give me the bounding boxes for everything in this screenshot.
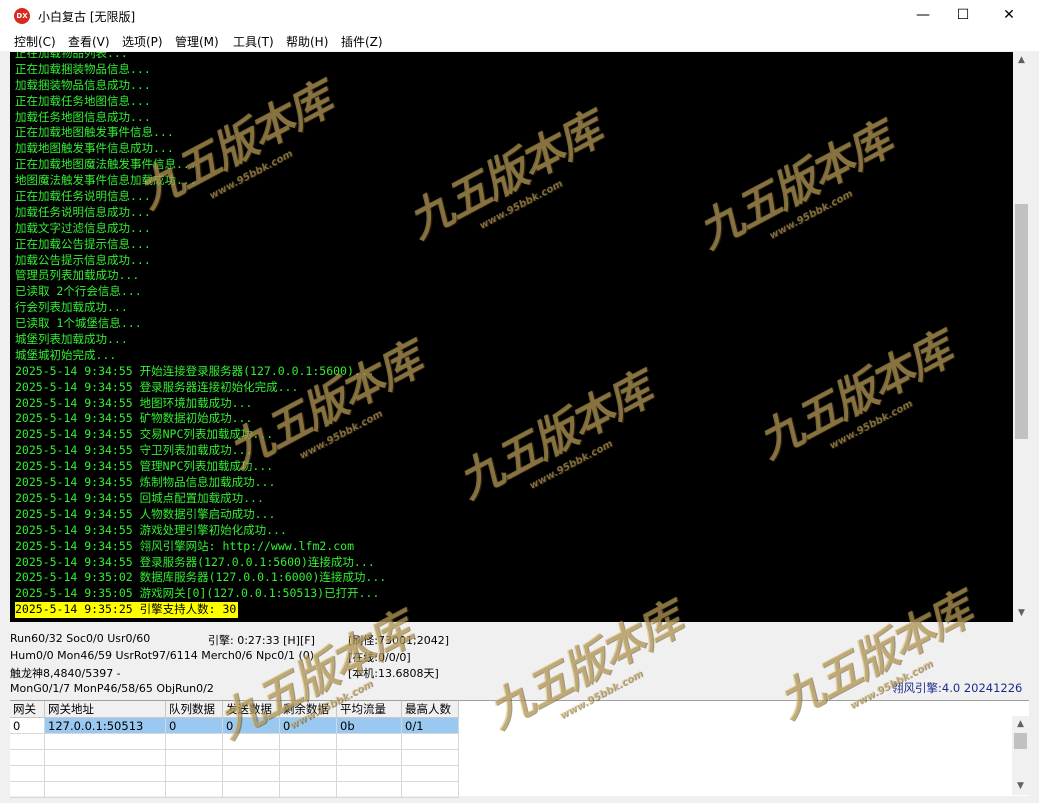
scroll-thumb[interactable] <box>1015 204 1028 439</box>
log-line: 2025-5-14 9:34:55 地图环境加载成功... <box>15 395 253 410</box>
log-line: 加载任务说明信息成功... <box>15 204 151 219</box>
log-line: 2025-5-14 9:34:55 登录服务器(127.0.0.1:5600)连… <box>15 554 375 569</box>
app-icon: DX <box>14 8 30 24</box>
cell-address: 127.0.0.1:50513 <box>44 717 166 734</box>
log-line: 已读取 2个行会信息... <box>15 284 142 299</box>
log-line: 正在加载物品列表... <box>15 52 128 60</box>
status-local: [本机:13.6808天] <box>348 667 439 680</box>
log-line: 行会列表加载成功... <box>15 300 128 315</box>
close-button[interactable]: ✕ <box>986 0 1032 31</box>
log-line: 2025-5-14 9:35:02 数据库服务器(127.0.0.1:6000)… <box>15 570 387 585</box>
cell-remaining: 0 <box>279 717 337 734</box>
window-title: 小白复古 [无限版] <box>38 10 136 24</box>
status-online: [在线:0/0/0] <box>348 651 411 664</box>
log-line: 2025-5-14 9:34:55 回城点配置加载成功... <box>15 490 264 505</box>
status-panel: Run60/32 Soc0/0 Usr0/60 引擎: 0:27:33 [H][… <box>0 628 1030 698</box>
log-line: 加载任务地图信息成功... <box>15 109 151 124</box>
console-scrollbar[interactable]: ▲ ▼ <box>1013 52 1030 622</box>
log-line: 2025-5-14 9:35:25 引擎支持人数: 30 <box>15 602 239 619</box>
menu-plugins[interactable]: 插件(Z) <box>341 33 383 50</box>
log-line: 正在加载地图触发事件信息... <box>15 125 174 140</box>
col-address[interactable]: 网关地址 <box>44 701 166 718</box>
log-line: 正在加载任务地图信息... <box>15 93 151 108</box>
menu-manage[interactable]: 管理(M) <box>175 33 219 50</box>
table-row-empty <box>10 781 459 798</box>
log-line: 正在加载公告提示信息... <box>15 236 151 251</box>
table-scrollbar[interactable]: ▲ ▼ <box>1012 716 1029 795</box>
table-row-empty <box>10 765 459 782</box>
log-line: 2025-5-14 9:34:55 管理NPC列表加载成功... <box>15 459 274 474</box>
log-line: 2025-5-14 9:34:55 守卫列表加载成功... <box>15 443 253 458</box>
status-mon: MonG0/1/7 MonP46/58/65 ObjRun0/2 <box>10 682 214 695</box>
log-line: 城堡列表加载成功... <box>15 332 128 347</box>
log-line: 加载地图触发事件信息成功... <box>15 141 174 156</box>
scroll-thumb[interactable] <box>1014 733 1027 749</box>
log-line: 已读取 1个城堡信息... <box>15 316 142 331</box>
log-line: 正在加载地图魔法触发事件信息... <box>15 157 197 172</box>
log-line: 正在加载捆装物品信息... <box>15 61 151 76</box>
maximize-button[interactable]: ☐ <box>940 0 986 31</box>
log-line: 城堡城初始完成... <box>15 347 117 362</box>
log-line: 2025-5-14 9:34:55 炼制物品信息加载成功... <box>15 475 276 490</box>
log-line: 2025-5-14 9:34:55 翎风引擎网站: http://www.lfm… <box>15 538 355 553</box>
status-engine-time: 引擎: 0:27:33 [H][F] <box>208 634 315 647</box>
status-refresh: [刷怪:73001;2042] <box>348 634 449 647</box>
log-line: 2025-5-14 9:34:55 矿物数据初始成功... <box>15 411 253 426</box>
gateway-table: 网关 网关地址 队列数据 发送数据 剩余数据 平均流量 最高人数 0 127.0… <box>10 701 459 798</box>
status-run: Run60/32 Soc0/0 Usr0/60 <box>10 632 151 645</box>
status-hum: Hum0/0 Mon46/59 UsrRot97/6114 Merch0/6 N… <box>10 649 315 662</box>
log-line: 管理员列表加载成功... <box>15 268 140 283</box>
title-bar: DX 小白复古 [无限版] — ☐ ✕ <box>0 0 1039 31</box>
cell-avg-traffic: 0b <box>336 717 402 734</box>
menu-tools[interactable]: 工具(T) <box>233 33 274 50</box>
menu-options[interactable]: 选项(P) <box>122 33 163 50</box>
col-max-players[interactable]: 最高人数 <box>401 701 459 718</box>
log-line: 加载文字过滤信息成功... <box>15 220 151 235</box>
table-row-empty <box>10 733 459 750</box>
cell-gateway: 0 <box>10 717 45 734</box>
status-boss: 触龙神8,4840/5397 - <box>10 667 121 680</box>
log-line: 2025-5-14 9:34:55 人物数据引擎启动成功... <box>15 506 276 521</box>
log-line: 地图魔法触发事件信息加载成功... <box>15 173 197 188</box>
log-line: 2025-5-14 9:34:55 开始连接登录服务器(127.0.0.1:56… <box>15 363 375 378</box>
log-line: 加载公告提示信息成功... <box>15 252 151 267</box>
menu-bar: 控制(C) 查看(V) 选项(P) 管理(M) 工具(T) 帮助(H) 插件(Z… <box>0 31 1039 51</box>
menu-help[interactable]: 帮助(H) <box>286 33 328 50</box>
log-line: 2025-5-14 9:34:55 交易NPC列表加载成功... <box>15 427 274 442</box>
console-log: 正在加载物品列表... 正在加载捆装物品信息... 加载捆装物品信息成功... 正在加… <box>10 52 1013 622</box>
menu-control[interactable]: 控制(C) <box>14 33 56 50</box>
gateway-grid[interactable]: 网关 网关地址 队列数据 发送数据 剩余数据 平均流量 最高人数 0 127.0… <box>10 700 1029 798</box>
col-sent[interactable]: 发送数据 <box>222 701 280 718</box>
menu-view[interactable]: 查看(V) <box>68 33 110 50</box>
table-row[interactable]: 0 127.0.0.1:50513 0 0 0 0b 0/1 <box>10 717 459 734</box>
scroll-up-icon[interactable]: ▲ <box>1013 52 1030 69</box>
scroll-down-icon[interactable]: ▼ <box>1012 778 1029 795</box>
cell-queue: 0 <box>165 717 223 734</box>
cell-sent: 0 <box>222 717 280 734</box>
log-line: 2025-5-14 9:34:55 游戏处理引擎初始化成功... <box>15 522 287 537</box>
col-remaining[interactable]: 剩余数据 <box>279 701 337 718</box>
scroll-up-icon[interactable]: ▲ <box>1012 716 1029 733</box>
col-gateway[interactable]: 网关 <box>10 701 45 718</box>
log-line: 正在加载任务说明信息... <box>15 189 151 204</box>
table-row-empty <box>10 749 459 766</box>
log-line: 2025-5-14 9:35:05 游戏网关[0](127.0.0.1:5051… <box>15 586 380 601</box>
cell-max-players: 0/1 <box>401 717 459 734</box>
scroll-down-icon[interactable]: ▼ <box>1013 605 1030 622</box>
log-line: 加载捆装物品信息成功... <box>15 77 151 92</box>
col-avg-traffic[interactable]: 平均流量 <box>336 701 402 718</box>
log-line: 2025-5-14 9:34:55 登录服务器连接初始化完成... <box>15 379 299 394</box>
log-list: 正在加载物品列表... 正在加载捆装物品信息... 加载捆装物品信息成功... 正在加… <box>15 52 387 619</box>
engine-version: 翎风引擎:4.0 20241226 <box>892 681 1023 695</box>
col-queue[interactable]: 队列数据 <box>165 701 223 718</box>
